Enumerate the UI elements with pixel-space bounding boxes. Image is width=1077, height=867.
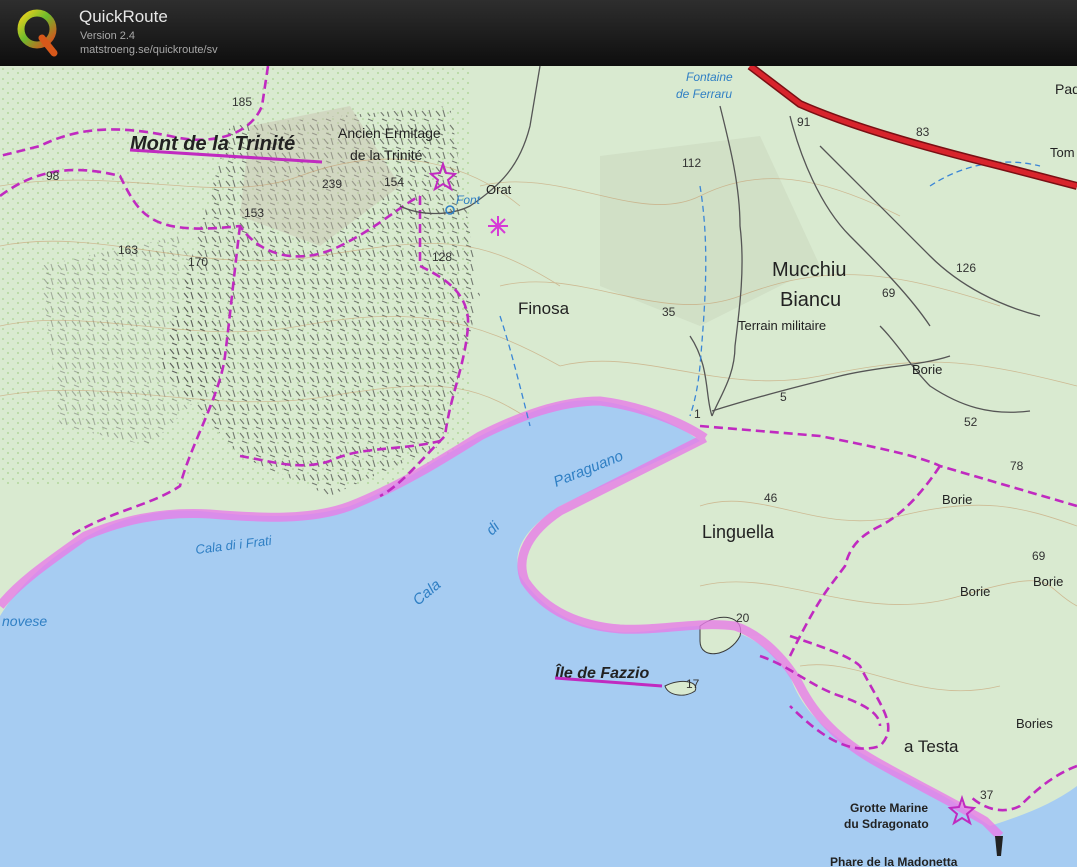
label-grotte-1: Grotte Marine [850,801,928,815]
label-mucchiu-1: Mucchiu [772,259,846,281]
label-finosa: Finosa [518,299,570,318]
label-borie-2: Borie [942,492,972,507]
label-fontaine-2: de Ferraru [676,87,732,101]
spot-height: 83 [916,125,930,139]
spot-height: 170 [188,255,208,269]
spot-height: 69 [882,286,896,300]
label-borie-3: Borie [1033,574,1063,589]
spot-height: 20 [736,611,750,625]
label-pad: Pad [1055,81,1077,97]
label-linguella: Linguella [702,522,775,542]
title-bar: QuickRoute Version 2.4 matstroeng.se/qui… [0,0,1077,67]
spot-height: 239 [322,177,342,191]
app-title: QuickRoute [79,7,168,26]
app-url-link[interactable]: matstroeng.se/quickroute/sv [80,44,218,56]
label-ermitage-1: Ancien Ermitage [338,125,441,141]
map-view[interactable]: Mont de la Trinité Ancien Ermitage de la… [0,66,1077,867]
spot-height: 46 [764,491,778,505]
orienteering-map: Mont de la Trinité Ancien Ermitage de la… [0,66,1077,867]
spot-height: 35 [662,305,676,319]
spot-height: 128 [432,250,452,264]
label-font: Font [456,193,481,207]
viewpoint-icon [488,216,508,236]
label-fontaine-1: Fontaine [686,70,733,84]
label-a-testa: a Testa [904,737,959,756]
spot-height: 69 [1032,549,1046,563]
spot-height: 78 [1010,459,1024,473]
spot-height: 91 [797,115,811,129]
spot-height: 153 [244,206,264,220]
label-ermitage-2: de la Trinité [350,147,423,163]
spot-height: 98 [46,169,60,183]
label-novese: novese [2,613,47,629]
label-borie-1: Borie [912,362,942,377]
spot-height: 112 [682,156,701,170]
spot-height: 37 [980,788,994,802]
quickroute-logo-icon [17,9,58,57]
label-phare: Phare de la Madonetta [830,855,958,867]
label-orat: Orat [486,182,512,197]
spot-height: 163 [118,243,138,257]
label-bories: Bories [1016,716,1053,731]
label-grotte-2: du Sdragonato [844,817,929,831]
spot-height: 5 [780,390,787,404]
spot-height: 17 [686,677,700,691]
spot-height: 154 [384,175,404,189]
spot-height: 185 [232,95,252,109]
label-borie-4: Borie [960,584,990,599]
label-tom: Tom [1050,145,1075,160]
spot-height: 1 [694,407,701,421]
spot-height: 52 [964,415,978,429]
label-mucchiu-2: Biancu [780,289,841,311]
label-terrain-militaire: Terrain militaire [738,318,826,333]
spot-height: 126 [956,261,976,275]
app-version: Version 2.4 [80,30,136,42]
